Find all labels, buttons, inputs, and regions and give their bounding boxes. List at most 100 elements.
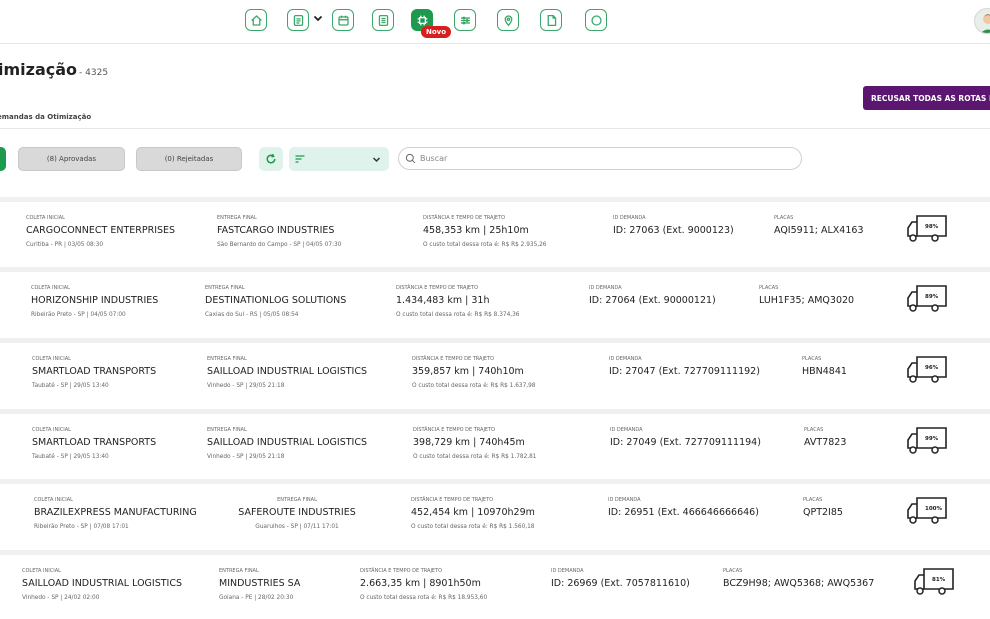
- route-cost: O custo total dessa rota é: R$ R$ 8.374,…: [396, 312, 520, 318]
- occupancy-percent: 100%: [925, 506, 942, 512]
- filter-approved-button[interactable]: (8) Aprovadas: [18, 147, 125, 171]
- route-cost: O custo total dessa rota é: R$ R$ 18.953…: [360, 595, 488, 601]
- delivery-name: SAFEROUTE INDUSTRIES: [238, 507, 356, 518]
- pickup-name: HORIZONSHIP INDUSTRIES: [31, 295, 159, 306]
- delivery-label: ENTREGA FINAL: [219, 568, 259, 574]
- report-icon[interactable]: [372, 9, 394, 31]
- distance-label: DISTÂNCIA E TEMPO DE TRAJETO: [396, 285, 479, 291]
- demand-id-label: ID DEMANDA: [613, 215, 646, 221]
- plates: QPT2I85: [803, 507, 843, 518]
- pickup-label: COLETA INICIAL: [31, 285, 70, 291]
- distance-label: DISTÂNCIA E TEMPO DE TRAJETO: [412, 356, 495, 362]
- page-title: imização - 4325: [0, 60, 109, 79]
- distance-time: 398,729 km | 740h45m: [413, 437, 525, 448]
- pickup-name: SAILLOAD INDUSTRIAL LOGISTICS: [22, 578, 183, 589]
- delivery-info: Vinhedo - SP | 29/05 21:18: [207, 454, 285, 460]
- optimization-number: - 4325: [79, 68, 109, 78]
- refuse-all-routes-button[interactable]: RECUSAR TODAS AS ROTAS P: [863, 86, 990, 110]
- chat-icon[interactable]: [585, 9, 607, 31]
- plates-label: PLACAS: [774, 215, 794, 221]
- refresh-button[interactable]: [259, 147, 283, 171]
- chevron-down-icon: [372, 157, 381, 163]
- route-cost: O custo total dessa rota é: R$ R$ 1.560,…: [411, 524, 535, 530]
- pickup-label: COLETA INICIAL: [32, 427, 71, 433]
- filter-chip-all[interactable]: [0, 147, 6, 171]
- filter-rejected-button[interactable]: (0) Rejeitadas: [136, 147, 242, 171]
- distance-time: 359,857 km | 740h10m: [412, 366, 524, 377]
- distance-label: DISTÂNCIA E TEMPO DE TRAJETO: [413, 427, 496, 433]
- pickup-name: SMARTLOAD TRANSPORTS: [32, 366, 157, 377]
- occupancy-percent: 81%: [932, 577, 946, 583]
- demand-id-label: ID DEMANDA: [551, 568, 584, 574]
- plates-label: PLACAS: [803, 497, 823, 503]
- home-icon[interactable]: [245, 9, 267, 31]
- sliders-icon[interactable]: [454, 9, 476, 31]
- distance-time: 2.663,35 km | 8901h50m: [360, 578, 481, 589]
- delivery-name: MINDUSTRIES SA: [219, 578, 301, 589]
- route-cost: O custo total dessa rota é: R$ R$ 2.935,…: [423, 242, 547, 248]
- pickup-label: COLETA INICIAL: [32, 356, 71, 362]
- distance-time: 452,454 km | 10970h29m: [411, 507, 535, 518]
- plates-label: PLACAS: [723, 568, 743, 574]
- novo-badge: Novo: [421, 26, 452, 38]
- search-input[interactable]: [420, 154, 780, 163]
- occupancy-percent: 89%: [925, 294, 939, 300]
- calendar-icon[interactable]: [332, 9, 354, 31]
- plates-label: PLACAS: [802, 356, 822, 362]
- refresh-icon: [266, 153, 276, 164]
- route-card[interactable]: COLETA INICIAL BRAZILEXPRESS MANUFACTURIN…: [0, 479, 990, 545]
- delivery-name: DESTINATIONLOG SOLUTIONS: [205, 295, 347, 306]
- pickup-info: Ribeirão Preto - SP | 07/08 17:01: [34, 524, 129, 530]
- plates: AVT7823: [804, 437, 847, 448]
- delivery-label: ENTREGA FINAL: [277, 497, 317, 503]
- occupancy-percent: 96%: [925, 365, 939, 371]
- delivery-name: SAILLOAD INDUSTRIAL LOGISTICS: [207, 366, 368, 377]
- map-pin-icon[interactable]: [497, 9, 519, 31]
- demand-id-label: ID DEMANDA: [589, 285, 622, 291]
- route-card[interactable]: COLETA INICIAL CARGOCONNECT ENTERPRISES Cu…: [0, 197, 990, 263]
- demand-id: ID: 27049 (Ext. 727709111194): [610, 437, 761, 448]
- delivery-label: ENTREGA FINAL: [207, 356, 247, 362]
- occupancy-percent: 98%: [925, 224, 939, 230]
- route-card[interactable]: COLETA INICIAL SMARTLOAD TRANSPORTS Taubat…: [0, 338, 990, 404]
- pickup-info: Vinhedo - SP | 24/02 02:00: [22, 595, 100, 601]
- demand-id: ID: 27064 (Ext. 90000121): [589, 295, 716, 306]
- pickup-name: CARGOCONNECT ENTERPRISES: [26, 225, 176, 236]
- plates: AQI5911; ALX4163: [774, 225, 864, 236]
- plates-label: PLACAS: [759, 285, 779, 291]
- plates-label: PLACAS: [804, 427, 824, 433]
- delivery-label: ENTREGA FINAL: [217, 215, 257, 221]
- file-icon[interactable]: [540, 9, 562, 31]
- sort-select[interactable]: [289, 147, 389, 171]
- demand-id: ID: 26951 (Ext. 466646666646): [608, 507, 759, 518]
- top-navbar: Novo: [0, 0, 990, 44]
- demand-id-label: ID DEMANDA: [608, 497, 641, 503]
- distance-label: DISTÂNCIA E TEMPO DE TRAJETO: [423, 215, 506, 221]
- divider: [0, 128, 990, 129]
- demand-id: ID: 27047 (Ext. 727709111192): [609, 366, 760, 377]
- avatar[interactable]: [974, 8, 990, 34]
- pickup-label: COLETA INICIAL: [26, 215, 65, 221]
- plates: HBN4841: [802, 366, 847, 377]
- chevron-down-icon[interactable]: [312, 12, 324, 24]
- plates: BCZ9H98; AWQ5368; AWQ5367: [723, 578, 875, 589]
- delivery-info: Vinhedo - SP | 29/05 21:18: [207, 383, 285, 389]
- route-card[interactable]: COLETA INICIAL SAILLOAD INDUSTRIAL LOGIST…: [0, 550, 990, 616]
- delivery-info: São Bernardo do Campo - SP | 04/05 07:30: [217, 242, 342, 248]
- demand-id: ID: 27063 (Ext. 9000123): [613, 225, 734, 236]
- plates: LUH1F35; AMQ3020: [759, 295, 855, 306]
- document-icon[interactable]: [287, 9, 309, 31]
- search-field[interactable]: [398, 147, 802, 170]
- route-card[interactable]: COLETA INICIAL SMARTLOAD TRANSPORTS Taubat…: [0, 409, 990, 475]
- route-card[interactable]: COLETA INICIAL HORIZONSHIP INDUSTRIES Ribe…: [0, 267, 990, 333]
- occupancy-percent: 99%: [925, 436, 939, 442]
- pickup-info: Ribeirão Preto - SP | 04/05 07:00: [31, 312, 126, 318]
- pickup-name: SMARTLOAD TRANSPORTS: [32, 437, 157, 448]
- section-subtitle: emandas da Otimização: [0, 113, 92, 121]
- pickup-label: COLETA INICIAL: [34, 497, 73, 503]
- sort-icon: [295, 155, 305, 163]
- delivery-name: FASTCARGO INDUSTRIES: [217, 225, 335, 236]
- delivery-info: Goiana - PE | 28/02 20:30: [219, 595, 294, 601]
- pickup-info: Taubaté - SP | 29/05 13:40: [32, 383, 109, 389]
- delivery-label: ENTREGA FINAL: [205, 285, 245, 291]
